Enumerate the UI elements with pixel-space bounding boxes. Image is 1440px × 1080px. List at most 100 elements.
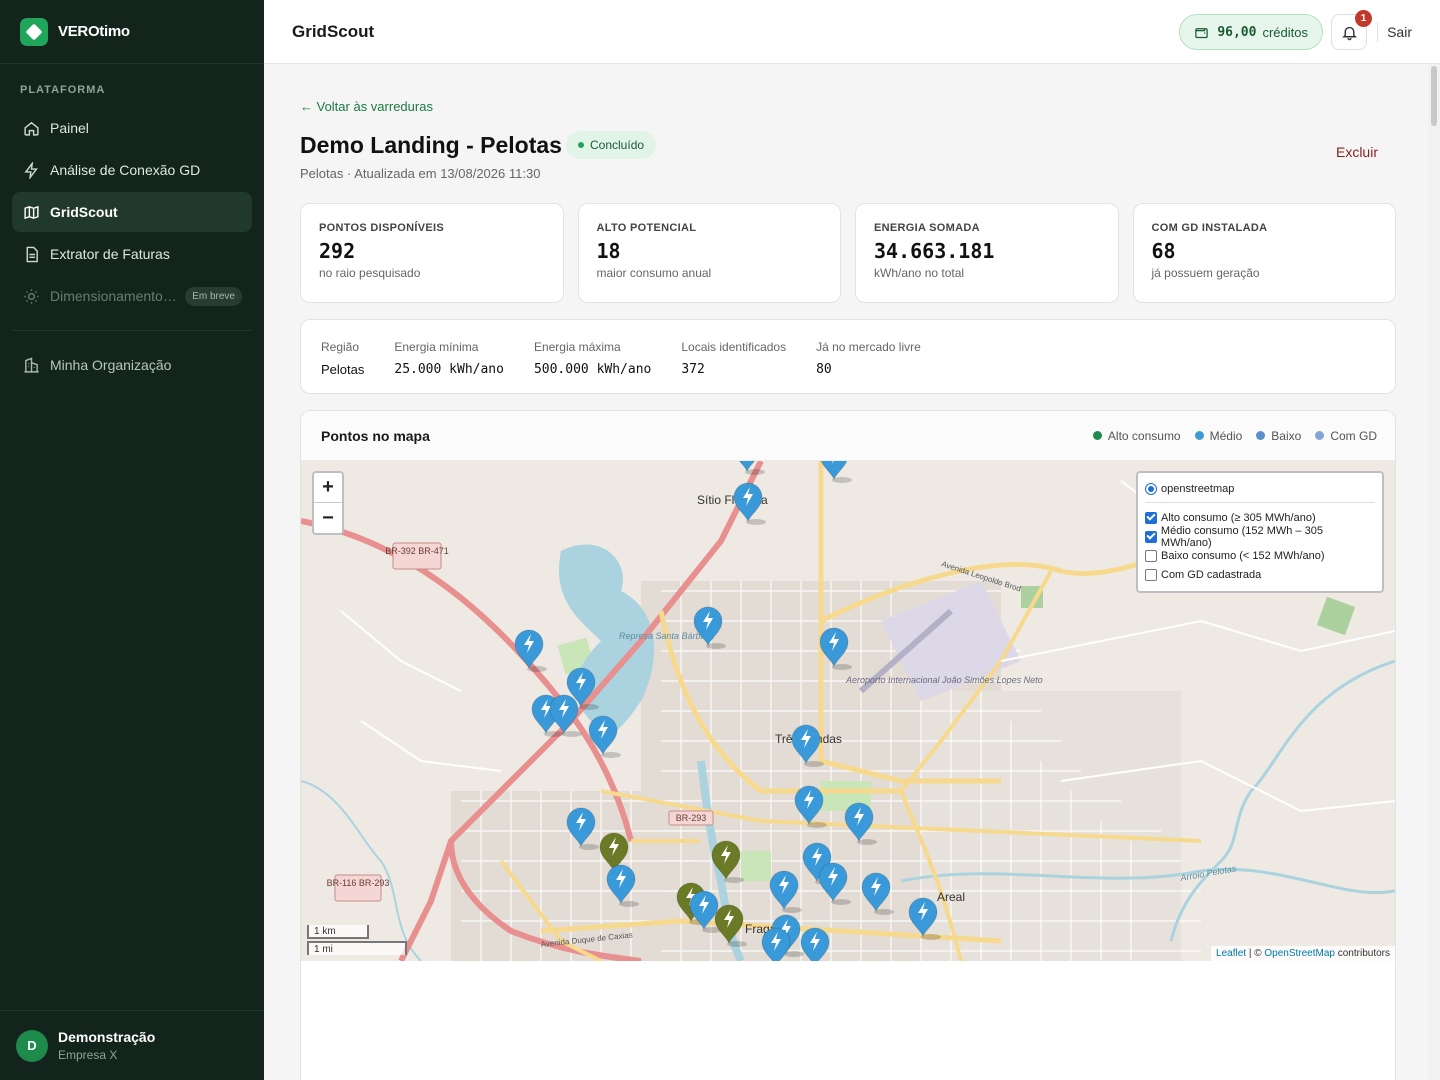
brand[interactable]: VEROtimo bbox=[0, 0, 264, 64]
legend-baixo: Baixo bbox=[1256, 429, 1301, 443]
credits-label: créditos bbox=[1262, 24, 1308, 40]
radio-icon[interactable] bbox=[1145, 482, 1157, 495]
road-shield-label: BR-392 BR-471 bbox=[385, 546, 449, 556]
page-subtitle: Pelotas · Atualizada em 13/08/2026 11:30 bbox=[300, 166, 541, 181]
brand-logo-icon bbox=[20, 17, 48, 46]
map-icon bbox=[22, 203, 40, 221]
leaflet-map[interactable]: BR-392 BR-471 BR-293 BR-116 BR-293 Sítio… bbox=[301, 461, 1395, 961]
scan-parameters: Região Pelotas Energia mínima 25.000 kWh… bbox=[300, 319, 1396, 394]
sidebar-item-extrator-faturas[interactable]: Extrator de Faturas bbox=[12, 234, 252, 274]
overlay-baixo[interactable]: Baixo consumo (< 152 MWh/ano) bbox=[1145, 546, 1375, 565]
layers-control: openstreetmap Alto consumo (≥ 305 MWh/an… bbox=[1136, 471, 1384, 593]
overlay-medio[interactable]: Médio consumo (152 MWh – 305 MWh/ano) bbox=[1145, 524, 1375, 549]
stat-card-alto-potencial: ALTO POTENCIAL 18 maior consumo anual bbox=[577, 203, 841, 303]
checkbox[interactable] bbox=[1145, 530, 1157, 543]
stat-sub: já possuem geração bbox=[1151, 266, 1260, 280]
file-icon bbox=[22, 245, 40, 263]
zoom-out-button[interactable]: − bbox=[314, 503, 342, 533]
user-name: Demonstração bbox=[58, 1029, 156, 1045]
logout-button[interactable]: Sair bbox=[1387, 24, 1412, 40]
overlay-label: Alto consumo (≥ 305 MWh/ano) bbox=[1161, 511, 1316, 524]
legend-label: Alto consumo bbox=[1107, 428, 1181, 443]
param-value: 80 bbox=[816, 362, 832, 377]
param-regiao: Região Pelotas bbox=[321, 340, 364, 393]
scale-bar: 1 km 1 mi bbox=[307, 925, 407, 955]
base-layer-option[interactable]: openstreetmap bbox=[1145, 479, 1375, 498]
sidebar-item-label: Dimensionamento… bbox=[50, 288, 177, 304]
leaflet-link[interactable]: Leaflet bbox=[1216, 948, 1246, 959]
sidebar-section-label: PLATAFORMA bbox=[20, 84, 106, 96]
user-menu[interactable]: D Demonstração Empresa X bbox=[0, 1010, 264, 1080]
sidebar-item-label: Análise de Conexão GD bbox=[50, 162, 201, 178]
stat-sub: no raio pesquisado bbox=[319, 266, 421, 280]
stat-card-com-gd: COM GD INSTALADA 68 já possuem geração bbox=[1132, 203, 1396, 303]
page-title: Demo Landing - Pelotas bbox=[300, 132, 562, 158]
notification-count-badge: 1 bbox=[1355, 10, 1372, 27]
sidebar-item-dimensionamento: Dimensionamento… Em breve bbox=[12, 276, 252, 316]
param-label: Energia máxima bbox=[533, 340, 621, 354]
param-value: 372 bbox=[681, 362, 705, 377]
overlay-label: Médio consumo (152 MWh – 305 MWh/ano) bbox=[1160, 524, 1323, 549]
credits-badge[interactable]: 96,00 créditos bbox=[1179, 14, 1323, 50]
stat-value: 292 bbox=[319, 239, 356, 263]
checkbox[interactable] bbox=[1145, 511, 1157, 524]
avatar: D bbox=[16, 1029, 48, 1062]
overlay-com-gd[interactable]: Com GD cadastrada bbox=[1145, 565, 1375, 584]
page-header-title: GridScout bbox=[292, 21, 375, 41]
bolt-icon bbox=[22, 161, 40, 179]
scale-km: 1 km bbox=[307, 925, 369, 939]
stat-card-pontos: PONTOS DISPONÍVEIS 292 no raio pesquisad… bbox=[300, 203, 564, 303]
back-link[interactable]: ← Voltar às varreduras bbox=[300, 99, 433, 114]
sun-icon bbox=[22, 287, 40, 305]
zoom-control: + − bbox=[312, 471, 344, 535]
page-scrollbar[interactable] bbox=[1428, 64, 1440, 1080]
param-label: Energia mínima bbox=[394, 340, 479, 354]
param-mercado-livre: Já no mercado livre 80 bbox=[816, 340, 921, 393]
stat-label: COM GD INSTALADA bbox=[1151, 222, 1268, 234]
sidebar-item-analise-conexao[interactable]: Análise de Conexão GD bbox=[12, 150, 252, 190]
map-card: Pontos no mapa Alto consumo Médio Baixo … bbox=[300, 410, 1396, 1080]
delete-button[interactable]: Excluir bbox=[1336, 144, 1378, 160]
sidebar: VEROtimo PLATAFORMA Painel Análise de Co… bbox=[0, 0, 264, 1080]
param-locais: Locais identificados 372 bbox=[681, 340, 786, 393]
sidebar-item-label: Minha Organização bbox=[50, 357, 172, 373]
checkbox[interactable] bbox=[1145, 568, 1157, 581]
legend-label: Baixo bbox=[1271, 428, 1302, 443]
map-attribution: Leaflet | © OpenStreetMap contributors bbox=[1211, 946, 1395, 961]
attribution-separator: | © bbox=[1246, 948, 1265, 959]
legend-label: Com GD bbox=[1330, 428, 1377, 443]
place-label: Areal bbox=[937, 890, 965, 904]
legend-dot-icon bbox=[1092, 431, 1102, 440]
stat-sub: kWh/ano no total bbox=[874, 266, 965, 280]
stat-value: 18 bbox=[596, 239, 621, 263]
zoom-in-button[interactable]: + bbox=[314, 473, 342, 503]
stat-card-energia: ENERGIA SOMADA 34.663.181 kWh/ano no tot… bbox=[855, 203, 1119, 303]
sidebar-item-gridscout[interactable]: GridScout bbox=[12, 192, 252, 232]
stat-label: ENERGIA SOMADA bbox=[874, 222, 980, 234]
param-energia-maxima: Energia máxima 500.000 kWh/ano bbox=[534, 340, 651, 393]
legend-label: Médio bbox=[1209, 428, 1243, 443]
overlay-label: Com GD cadastrada bbox=[1161, 568, 1262, 581]
status-label: Concluído bbox=[590, 138, 645, 152]
topbar: GridScout 96,00 créditos 1 Sair bbox=[264, 0, 1440, 64]
legend-dot-icon bbox=[1315, 431, 1325, 440]
notifications-button[interactable]: 1 bbox=[1331, 10, 1372, 50]
sidebar-divider bbox=[12, 330, 252, 331]
checkbox[interactable] bbox=[1145, 549, 1157, 562]
param-energia-minima: Energia mínima 25.000 kWh/ano bbox=[394, 340, 504, 393]
bell-icon bbox=[1341, 26, 1357, 40]
param-label: Região bbox=[321, 340, 360, 354]
sidebar-item-organizacao[interactable]: Minha Organização bbox=[12, 345, 252, 385]
stat-label: PONTOS DISPONÍVEIS bbox=[319, 222, 445, 234]
legend-dot-icon bbox=[1256, 431, 1266, 440]
sidebar-item-label: Extrator de Faturas bbox=[50, 246, 170, 262]
param-label: Já no mercado livre bbox=[816, 340, 921, 354]
status-dot-icon bbox=[578, 142, 584, 148]
user-org: Empresa X bbox=[58, 1048, 118, 1062]
scrollbar-thumb[interactable] bbox=[1431, 66, 1437, 126]
sidebar-item-painel[interactable]: Painel bbox=[12, 108, 252, 148]
param-label: Locais identificados bbox=[681, 340, 787, 354]
osm-link[interactable]: OpenStreetMap bbox=[1264, 948, 1335, 959]
map-title: Pontos no mapa bbox=[321, 427, 430, 444]
sidebar-item-label: GridScout bbox=[50, 204, 118, 220]
